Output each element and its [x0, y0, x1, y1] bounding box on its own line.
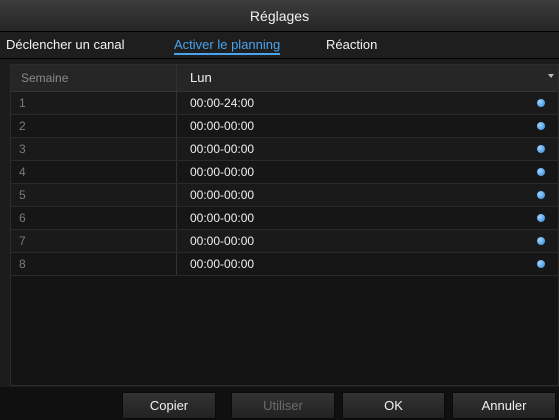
period-time-value: 00:00-00:00 [190, 257, 255, 271]
table-row: 2 00:00-00:00 [11, 115, 558, 138]
period-time-field[interactable]: 00:00-00:00 [176, 184, 547, 206]
period-index: 1 [19, 96, 26, 110]
period-index: 5 [19, 188, 26, 202]
period-index: 2 [19, 119, 26, 133]
period-time-field[interactable]: 00:00-00:00 [176, 138, 547, 160]
action-bar: Copier Utiliser OK Annuler [0, 387, 559, 420]
edit-period-icon[interactable] [537, 99, 545, 107]
edit-period-icon[interactable] [537, 191, 545, 199]
period-time-value: 00:00-00:00 [190, 142, 255, 156]
period-index: 3 [19, 142, 26, 156]
chevron-down-icon[interactable] [548, 74, 554, 78]
tab-trigger-channel[interactable]: Déclencher un canal [6, 37, 125, 52]
tab-bar: Déclencher un canal Activer le planning … [0, 32, 559, 59]
schedule-rows: 1 00:00-24:00 2 00:00-00:00 3 00:00-00:0… [11, 92, 558, 276]
day-select[interactable]: Lun [176, 65, 559, 91]
period-time-field[interactable]: 00:00-00:00 [176, 161, 547, 183]
day-select-value: Lun [190, 70, 212, 85]
period-time-value: 00:00-00:00 [190, 188, 255, 202]
table-row: 8 00:00-00:00 [11, 253, 558, 276]
period-time-field[interactable]: 00:00-00:00 [176, 115, 547, 137]
table-row: 5 00:00-00:00 [11, 184, 558, 207]
window-title: Réglages [249, 7, 310, 24]
period-index: 6 [19, 211, 26, 225]
period-time-value: 00:00-00:00 [190, 165, 255, 179]
period-time-value: 00:00-00:00 [190, 234, 255, 248]
apply-button[interactable]: Utiliser [231, 392, 335, 419]
period-time-field[interactable]: 00:00-00:00 [176, 207, 547, 229]
table-row: 3 00:00-00:00 [11, 138, 558, 161]
schedule-panel: Semaine Lun 1 00:00-24:00 2 00:00-00:00 … [10, 64, 559, 386]
table-row: 4 00:00-00:00 [11, 161, 558, 184]
day-selector-row: Semaine Lun [11, 65, 558, 92]
period-index: 8 [19, 257, 26, 271]
period-time-value: 00:00-00:00 [190, 211, 255, 225]
window-title-bar: Réglages [0, 0, 559, 32]
table-row: 1 00:00-24:00 [11, 92, 558, 115]
copy-button[interactable]: Copier [122, 392, 216, 419]
table-row: 7 00:00-00:00 [11, 230, 558, 253]
period-index: 7 [19, 234, 26, 248]
period-time-field[interactable]: 00:00-00:00 [176, 230, 547, 252]
edit-period-icon[interactable] [537, 237, 545, 245]
edit-period-icon[interactable] [537, 168, 545, 176]
edit-period-icon[interactable] [537, 214, 545, 222]
period-time-field[interactable]: 00:00-00:00 [176, 253, 547, 275]
edit-period-icon[interactable] [537, 145, 545, 153]
cancel-button[interactable]: Annuler [452, 392, 556, 419]
day-label: Semaine [21, 71, 69, 85]
ok-button[interactable]: OK [342, 392, 445, 419]
edit-period-icon[interactable] [537, 260, 545, 268]
period-time-value: 00:00-00:00 [190, 119, 255, 133]
tab-schedule[interactable]: Activer le planning [174, 37, 281, 55]
period-time-field[interactable]: 00:00-24:00 [176, 92, 547, 114]
period-index: 4 [19, 165, 26, 179]
table-row: 6 00:00-00:00 [11, 207, 558, 230]
tab-reaction[interactable]: Réaction [326, 37, 377, 52]
edit-period-icon[interactable] [537, 122, 545, 130]
period-time-value: 00:00-24:00 [190, 96, 255, 110]
